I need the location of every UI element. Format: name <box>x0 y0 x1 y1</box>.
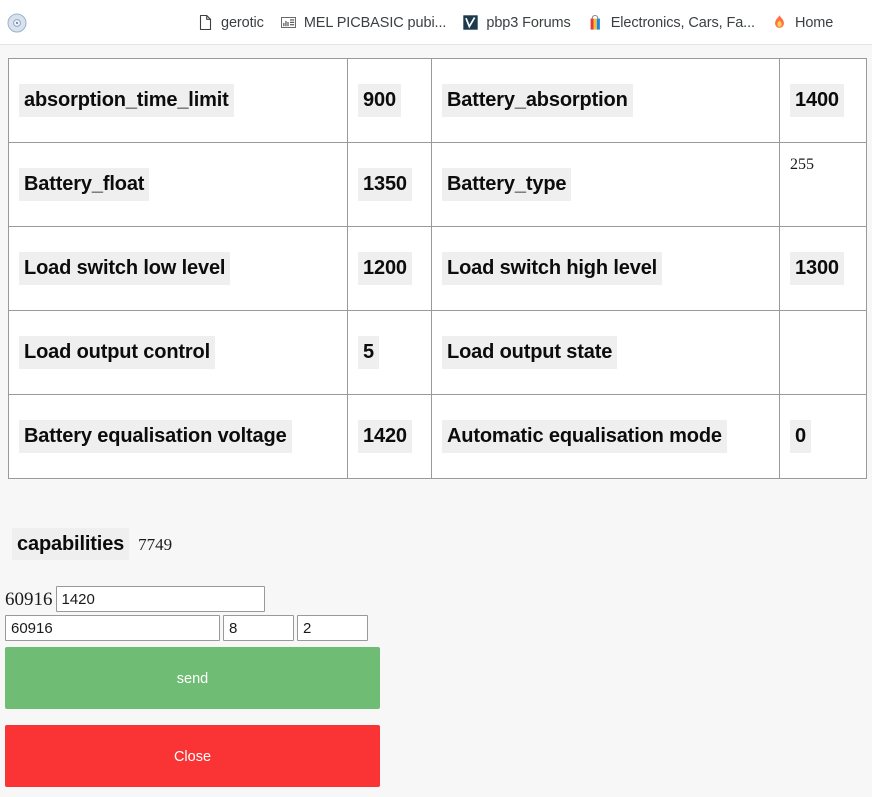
table-row: Battery equalisation voltage 1420 Automa… <box>9 395 867 479</box>
bookmark-label: pbp3 Forums <box>486 15 570 31</box>
setting-label: Load output state <box>442 336 617 368</box>
bookmark-gerotic[interactable]: gerotic <box>189 10 272 35</box>
bookmark-label: gerotic <box>221 15 264 31</box>
flame-icon <box>771 14 788 31</box>
bookmark-pbp3-forums[interactable]: pbp3 Forums <box>454 10 578 35</box>
setting-value-cell: 255 <box>780 143 867 227</box>
setting-value-cell: 5 <box>348 311 432 395</box>
bookmark-home[interactable]: Home <box>763 10 841 35</box>
setting-value: 1200 <box>358 252 412 284</box>
table-row: absorption_time_limit 900 Battery_absorp… <box>9 59 867 143</box>
value-input[interactable] <box>56 586 265 612</box>
table-row: Load switch low level 1200 Load switch h… <box>9 227 867 311</box>
setting-label-cell: Automatic equalisation mode <box>432 395 780 479</box>
setting-label-cell: Load output control <box>9 311 348 395</box>
setting-value: 1400 <box>790 84 844 116</box>
table-row: Load output control 5 Load output state <box>9 311 867 395</box>
setting-value-cell: 1350 <box>348 143 432 227</box>
browser-bookmark-bar: gerotic MEL PICBASIC pubi... pbp3 Forums <box>0 0 872 45</box>
setting-value-cell: 1420 <box>348 395 432 479</box>
bookmark-electronics-cars[interactable]: Electronics, Cars, Fa... <box>579 10 763 35</box>
shopping-bag-icon <box>587 14 604 31</box>
setting-value: 255 <box>790 155 814 174</box>
page-content: absorption_time_limit 900 Battery_absorp… <box>0 45 872 797</box>
setting-value: 1350 <box>358 168 412 200</box>
page-document-icon <box>197 14 214 31</box>
form-row-value: 60916 <box>5 586 385 612</box>
setting-value-cell: 0 <box>780 395 867 479</box>
setting-label: Battery_float <box>19 168 149 200</box>
type-input[interactable] <box>297 615 368 641</box>
bookmark-label: MEL PICBASIC pubi... <box>304 15 447 31</box>
setting-label: Battery_type <box>442 168 571 200</box>
setting-label-cell: Load switch high level <box>432 227 780 311</box>
setting-label: Battery_absorption <box>442 84 633 116</box>
capabilities-label: capabilities <box>12 528 129 560</box>
setting-value: 1300 <box>790 252 844 284</box>
bookmark-mel-picbasic[interactable]: MEL PICBASIC pubi... <box>272 10 455 35</box>
form-row-params <box>5 615 385 641</box>
setting-label: Load output control <box>19 336 215 368</box>
modbus-write-form: 60916 send Close <box>5 586 385 787</box>
setting-label: Load switch low level <box>19 252 230 284</box>
setting-value-cell: 1300 <box>780 227 867 311</box>
setting-label: Battery equalisation voltage <box>19 420 292 452</box>
capabilities-row: capabilities 7749 <box>12 528 172 560</box>
setting-label-cell: Battery_float <box>9 143 348 227</box>
setting-value: 0 <box>790 420 811 452</box>
setting-label: absorption_time_limit <box>19 84 234 116</box>
setting-label-cell: Battery_absorption <box>432 59 780 143</box>
setting-label: Automatic equalisation mode <box>442 420 727 452</box>
settings-table: absorption_time_limit 900 Battery_absorp… <box>8 58 867 479</box>
setting-label-cell: absorption_time_limit <box>9 59 348 143</box>
close-button[interactable]: Close <box>5 725 380 787</box>
bookmark-label: Electronics, Cars, Fa... <box>611 15 755 31</box>
setting-value-cell: 1200 <box>348 227 432 311</box>
setting-value: 900 <box>358 84 401 116</box>
register-address-label: 60916 <box>5 590 53 609</box>
setting-value: 5 <box>358 336 379 368</box>
setting-value-cell-empty <box>780 311 867 395</box>
setting-label-cell: Battery equalisation voltage <box>9 395 348 479</box>
send-button[interactable]: send <box>5 647 380 709</box>
setting-label-cell: Load switch low level <box>9 227 348 311</box>
length-input[interactable] <box>223 615 294 641</box>
setting-value: 1420 <box>358 420 412 452</box>
checkmark-square-icon <box>462 14 479 31</box>
bookmark-label: Home <box>795 15 833 31</box>
text-list-icon <box>280 14 297 31</box>
register-input[interactable] <box>5 615 220 641</box>
setting-value-cell: 900 <box>348 59 432 143</box>
capabilities-value: 7749 <box>138 535 172 555</box>
setting-label-cell: Battery_type <box>432 143 780 227</box>
setting-label: Load switch high level <box>442 252 662 284</box>
setting-value-cell: 1400 <box>780 59 867 143</box>
table-row: Battery_float 1350 Battery_type 255 <box>9 143 867 227</box>
setting-label-cell: Load output state <box>432 311 780 395</box>
disc-icon[interactable] <box>0 0 34 45</box>
